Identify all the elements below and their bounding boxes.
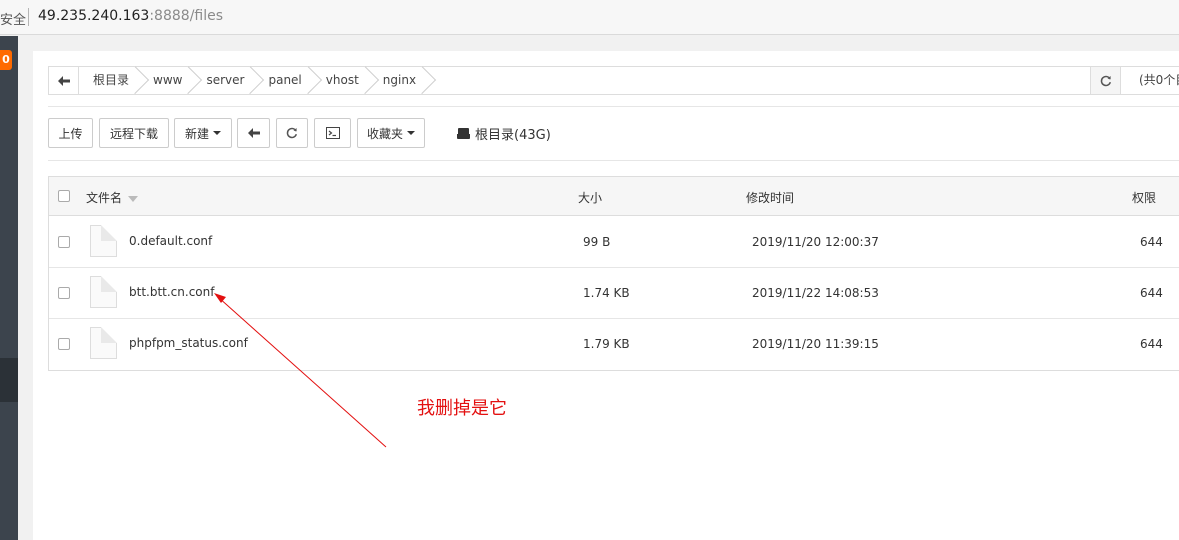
file-size: 1.74 KB <box>583 286 630 300</box>
arrow-left-icon <box>247 128 260 138</box>
file-permission[interactable]: 644 <box>1140 286 1163 300</box>
breadcrumb: 根目录 www server panel vhost nginx (共0个目 <box>48 66 1179 95</box>
arrow-left-icon <box>57 75 70 86</box>
remote-download-button[interactable]: 远程下载 <box>99 118 169 148</box>
sidebar: 0 <box>0 36 18 540</box>
new-button-label: 新建 <box>184 126 209 141</box>
url-host: 49.235.240.163 <box>38 8 150 24</box>
header-permission: 权限 <box>1132 191 1157 205</box>
annotation-text: 我删掉是它 <box>417 398 507 419</box>
url-field[interactable]: 49.235.240.163:8888/files <box>38 8 223 24</box>
divider <box>48 160 1179 161</box>
file-manager-panel: 根目录 www server panel vhost nginx (共0个目 上… <box>33 51 1179 540</box>
refresh-button[interactable] <box>276 118 308 148</box>
file-permission[interactable]: 644 <box>1140 235 1163 249</box>
favorites-button-label: 收藏夹 <box>366 126 403 141</box>
file-icon <box>90 327 117 359</box>
disk-label: 根目录(43G) <box>475 128 551 143</box>
file-mtime: 2019/11/20 12:00:37 <box>752 235 879 249</box>
secure-label: 安全 <box>0 13 27 28</box>
caret-down-icon <box>213 131 221 135</box>
file-mtime: 2019/11/20 11:39:15 <box>752 337 879 351</box>
address-separator <box>28 8 29 26</box>
breadcrumb-item-server[interactable]: server <box>192 67 254 94</box>
file-name[interactable]: btt.btt.cn.conf <box>129 285 214 299</box>
file-mtime: 2019/11/22 14:08:53 <box>752 286 879 300</box>
row-checkbox[interactable] <box>58 338 70 350</box>
file-count-text: (共0个目 <box>1139 73 1179 87</box>
hdd-icon <box>457 128 470 139</box>
browser-address-bar: 安全 49.235.240.163:8888/files <box>0 0 1179 35</box>
breadcrumb-items: 根目录 www server panel vhost nginx <box>79 67 426 94</box>
file-name[interactable]: phpfpm_status.conf <box>129 336 248 350</box>
table-header: 文件名 大小 修改时间 权限 <box>49 177 1179 216</box>
back-button[interactable] <box>237 118 270 148</box>
file-size: 1.79 KB <box>583 337 630 351</box>
file-name[interactable]: 0.default.conf <box>129 234 212 248</box>
table-row[interactable]: phpfpm_status.conf 1.79 KB 2019/11/20 11… <box>49 319 1179 370</box>
disk-info: 根目录(43G) <box>457 124 551 143</box>
row-checkbox[interactable] <box>58 236 70 248</box>
file-table: 文件名 大小 修改时间 权限 0.default.conf 99 B 2019/… <box>48 176 1179 371</box>
breadcrumb-back-button[interactable] <box>49 67 79 94</box>
upload-button[interactable]: 上传 <box>48 118 93 148</box>
divider <box>48 106 1179 107</box>
new-dropdown-button[interactable]: 新建 <box>174 118 232 148</box>
refresh-icon <box>286 127 298 139</box>
sidebar-active-item[interactable] <box>0 358 18 402</box>
caret-down-icon <box>407 131 415 135</box>
terminal-icon <box>325 127 340 139</box>
sort-caret-icon <box>128 195 139 202</box>
file-size: 99 B <box>583 235 611 249</box>
row-checkbox[interactable] <box>58 287 70 299</box>
header-mtime: 修改时间 <box>746 191 795 205</box>
terminal-button[interactable] <box>314 118 351 148</box>
refresh-icon <box>1100 75 1111 86</box>
notification-badge[interactable]: 0 <box>0 50 12 70</box>
header-size: 大小 <box>578 191 603 205</box>
breadcrumb-item-root[interactable]: 根目录 <box>79 67 139 94</box>
table-row[interactable]: btt.btt.cn.conf 1.74 KB 2019/11/22 14:08… <box>49 268 1179 319</box>
file-icon <box>90 276 117 308</box>
url-port-path: :8888/files <box>149 8 224 24</box>
file-icon <box>90 225 117 257</box>
file-permission[interactable]: 644 <box>1140 337 1163 351</box>
breadcrumb-refresh-button[interactable] <box>1090 67 1121 94</box>
select-all-checkbox[interactable] <box>58 190 70 202</box>
table-row[interactable]: 0.default.conf 99 B 2019/11/20 12:00:37 … <box>49 217 1179 268</box>
favorites-dropdown-button[interactable]: 收藏夹 <box>357 118 425 148</box>
header-filename[interactable]: 文件名 <box>86 189 139 206</box>
